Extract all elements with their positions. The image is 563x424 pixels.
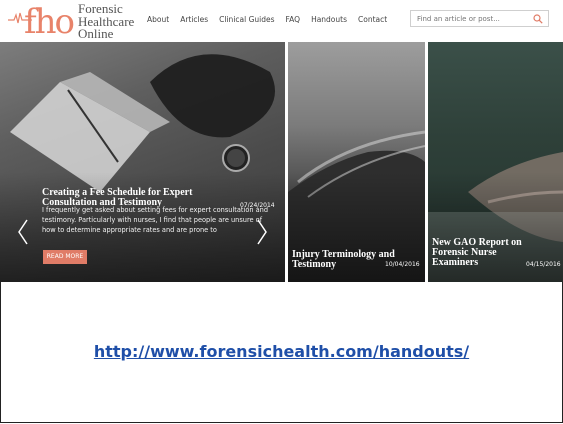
slide-excerpt: I frequently get asked about setting fee…	[42, 206, 269, 234]
slide-title-line-3: Examiners	[432, 257, 479, 268]
slide-title[interactable]: Injury Terminology and Testimony	[292, 250, 395, 270]
site-logo[interactable]: fho Forensic Healthcare Online	[8, 2, 138, 42]
read-more-button[interactable]: READ MORE	[43, 250, 87, 264]
chevron-right-icon[interactable]	[256, 218, 268, 246]
nav-clinical-guides[interactable]: Clinical Guides	[219, 15, 274, 24]
slide-injury-terminology[interactable]: Injury Terminology and Testimony 10/04/2…	[288, 42, 425, 282]
slide-date: 04/15/2016	[526, 261, 561, 268]
search-box	[410, 10, 549, 27]
nav-faq[interactable]: FAQ	[286, 15, 301, 24]
nav-about[interactable]: About	[147, 15, 169, 24]
handouts-link[interactable]: http://www.forensichealth.com/handouts/	[0, 342, 563, 361]
slide-date: 10/04/2016	[385, 261, 420, 268]
logo-text: Forensic Healthcare Online	[78, 2, 134, 41]
search-input[interactable]	[411, 11, 543, 26]
site-header: fho Forensic Healthcare Online About Art…	[0, 0, 563, 42]
nav-articles[interactable]: Articles	[180, 15, 208, 24]
slide-title[interactable]: New GAO Report on Forensic Nurse Examine…	[432, 238, 522, 268]
logo-line-3: Online	[78, 26, 114, 41]
nav-contact[interactable]: Contact	[358, 15, 387, 24]
logo-mark: fho	[24, 2, 75, 42]
slide-fee-schedule[interactable]: Creating a Fee Schedule for Expert Consu…	[0, 42, 285, 282]
slide-title-line-2: Testimony	[292, 259, 337, 270]
slide-gao-report[interactable]: New GAO Report on Forensic Nurse Examine…	[428, 42, 563, 282]
featured-slider: Creating a Fee Schedule for Expert Consu…	[0, 42, 563, 282]
main-nav: About Articles Clinical Guides FAQ Hando…	[147, 15, 387, 24]
nav-handouts[interactable]: Handouts	[311, 15, 347, 24]
slide-title[interactable]: Creating a Fee Schedule for Expert Consu…	[42, 188, 192, 208]
search-icon[interactable]	[533, 14, 543, 24]
chevron-left-icon[interactable]	[17, 218, 29, 246]
